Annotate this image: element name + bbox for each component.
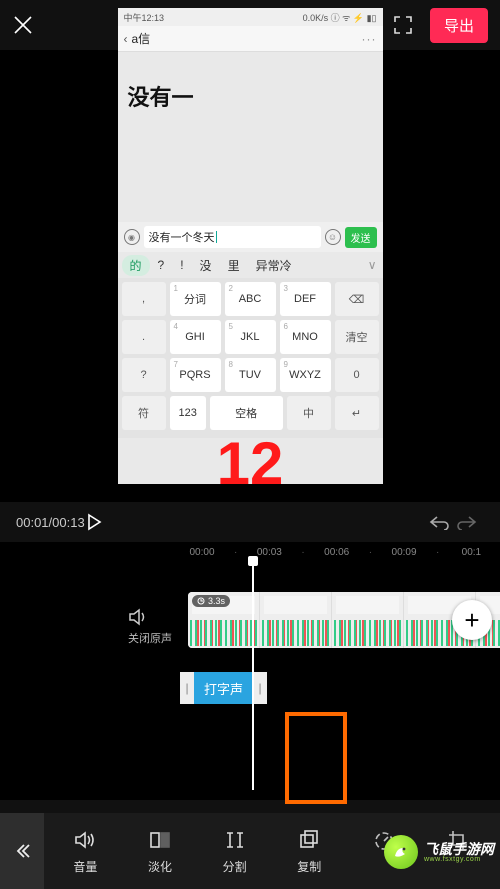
candidate-more-icon: ∨ <box>368 258 377 272</box>
export-button[interactable]: 导出 <box>430 8 488 43</box>
fade-icon <box>148 828 172 852</box>
ime-keypad: , 1分词 2ABC 3DEF ⌫ . 4GHI 5JKL 6MNO 清空 ? … <box>118 278 383 438</box>
playhead[interactable] <box>252 560 254 790</box>
mute-original-audio[interactable]: 关闭原声 <box>128 608 172 646</box>
clip-label: 打字声 <box>194 672 253 704</box>
timeline[interactable]: 00:00· 00:03· 00:06· 00:09· 00:1 关闭原声 3.… <box>0 542 500 800</box>
annotation-number: 12 <box>217 429 284 498</box>
phone-status-right: 0.0K/s ⓘ ᯤ ⚡ ▮▯ <box>164 11 376 24</box>
phone-more-icon: ··· <box>362 32 377 46</box>
phone-preview: 中午12:13 0.0K/s ⓘ ᯤ ⚡ ▮▯ ‹ a信 ··· 没有一 ◉ 没… <box>118 8 383 484</box>
close-button[interactable] <box>12 14 42 36</box>
voice-icon: ◉ <box>124 229 140 245</box>
speaker-icon <box>128 608 172 626</box>
watermark-logo-icon <box>384 835 418 869</box>
playback-row: 00:01/00:13 <box>0 502 500 542</box>
tool-fade[interactable]: 淡化 <box>130 828 190 875</box>
copy-icon <box>297 828 321 852</box>
volume-icon <box>73 828 97 852</box>
annotation-highlight-box <box>285 712 347 804</box>
ime-candidate-row: 的 ? ! 没 里 异常冷 ∨ <box>118 252 383 278</box>
phone-send-button: 发送 <box>345 227 377 248</box>
phone-header-title: a信 <box>132 30 362 47</box>
redo-button[interactable] <box>456 514 484 530</box>
watermark-title: 飞鼠手游网 <box>424 842 494 856</box>
clip-handle-left[interactable]: | <box>180 672 194 704</box>
tool-split[interactable]: 分割 <box>205 828 265 875</box>
split-icon <box>223 828 247 852</box>
fullscreen-icon[interactable] <box>390 12 416 38</box>
preview-area: 中午12:13 0.0K/s ⓘ ᯤ ⚡ ▮▯ ‹ a信 ··· 没有一 ◉ 没… <box>0 50 500 502</box>
collapse-toolbar-button[interactable] <box>0 813 44 889</box>
tool-volume[interactable]: 音量 <box>55 828 115 875</box>
undo-button[interactable] <box>428 514 456 530</box>
tool-copy[interactable]: 复制 <box>279 828 339 875</box>
duration-badge: 3.3s <box>192 595 230 607</box>
add-clip-button[interactable]: + <box>452 600 492 640</box>
phone-input-field: 没有一个冬天 <box>144 226 321 248</box>
time-display: 00:01/00:13 <box>16 515 85 530</box>
phone-body-text: 没有一 <box>128 80 373 112</box>
emoji-icon: ☺ <box>325 229 341 245</box>
play-button[interactable] <box>85 513 428 531</box>
phone-status-left: 中午12:13 <box>124 11 165 24</box>
clip-handle-right[interactable]: | <box>253 672 267 704</box>
watermark: 飞鼠手游网 www.fsxtgy.com <box>384 835 494 869</box>
watermark-url: www.fsxtgy.com <box>424 856 494 863</box>
phone-back-icon: ‹ <box>124 32 128 46</box>
